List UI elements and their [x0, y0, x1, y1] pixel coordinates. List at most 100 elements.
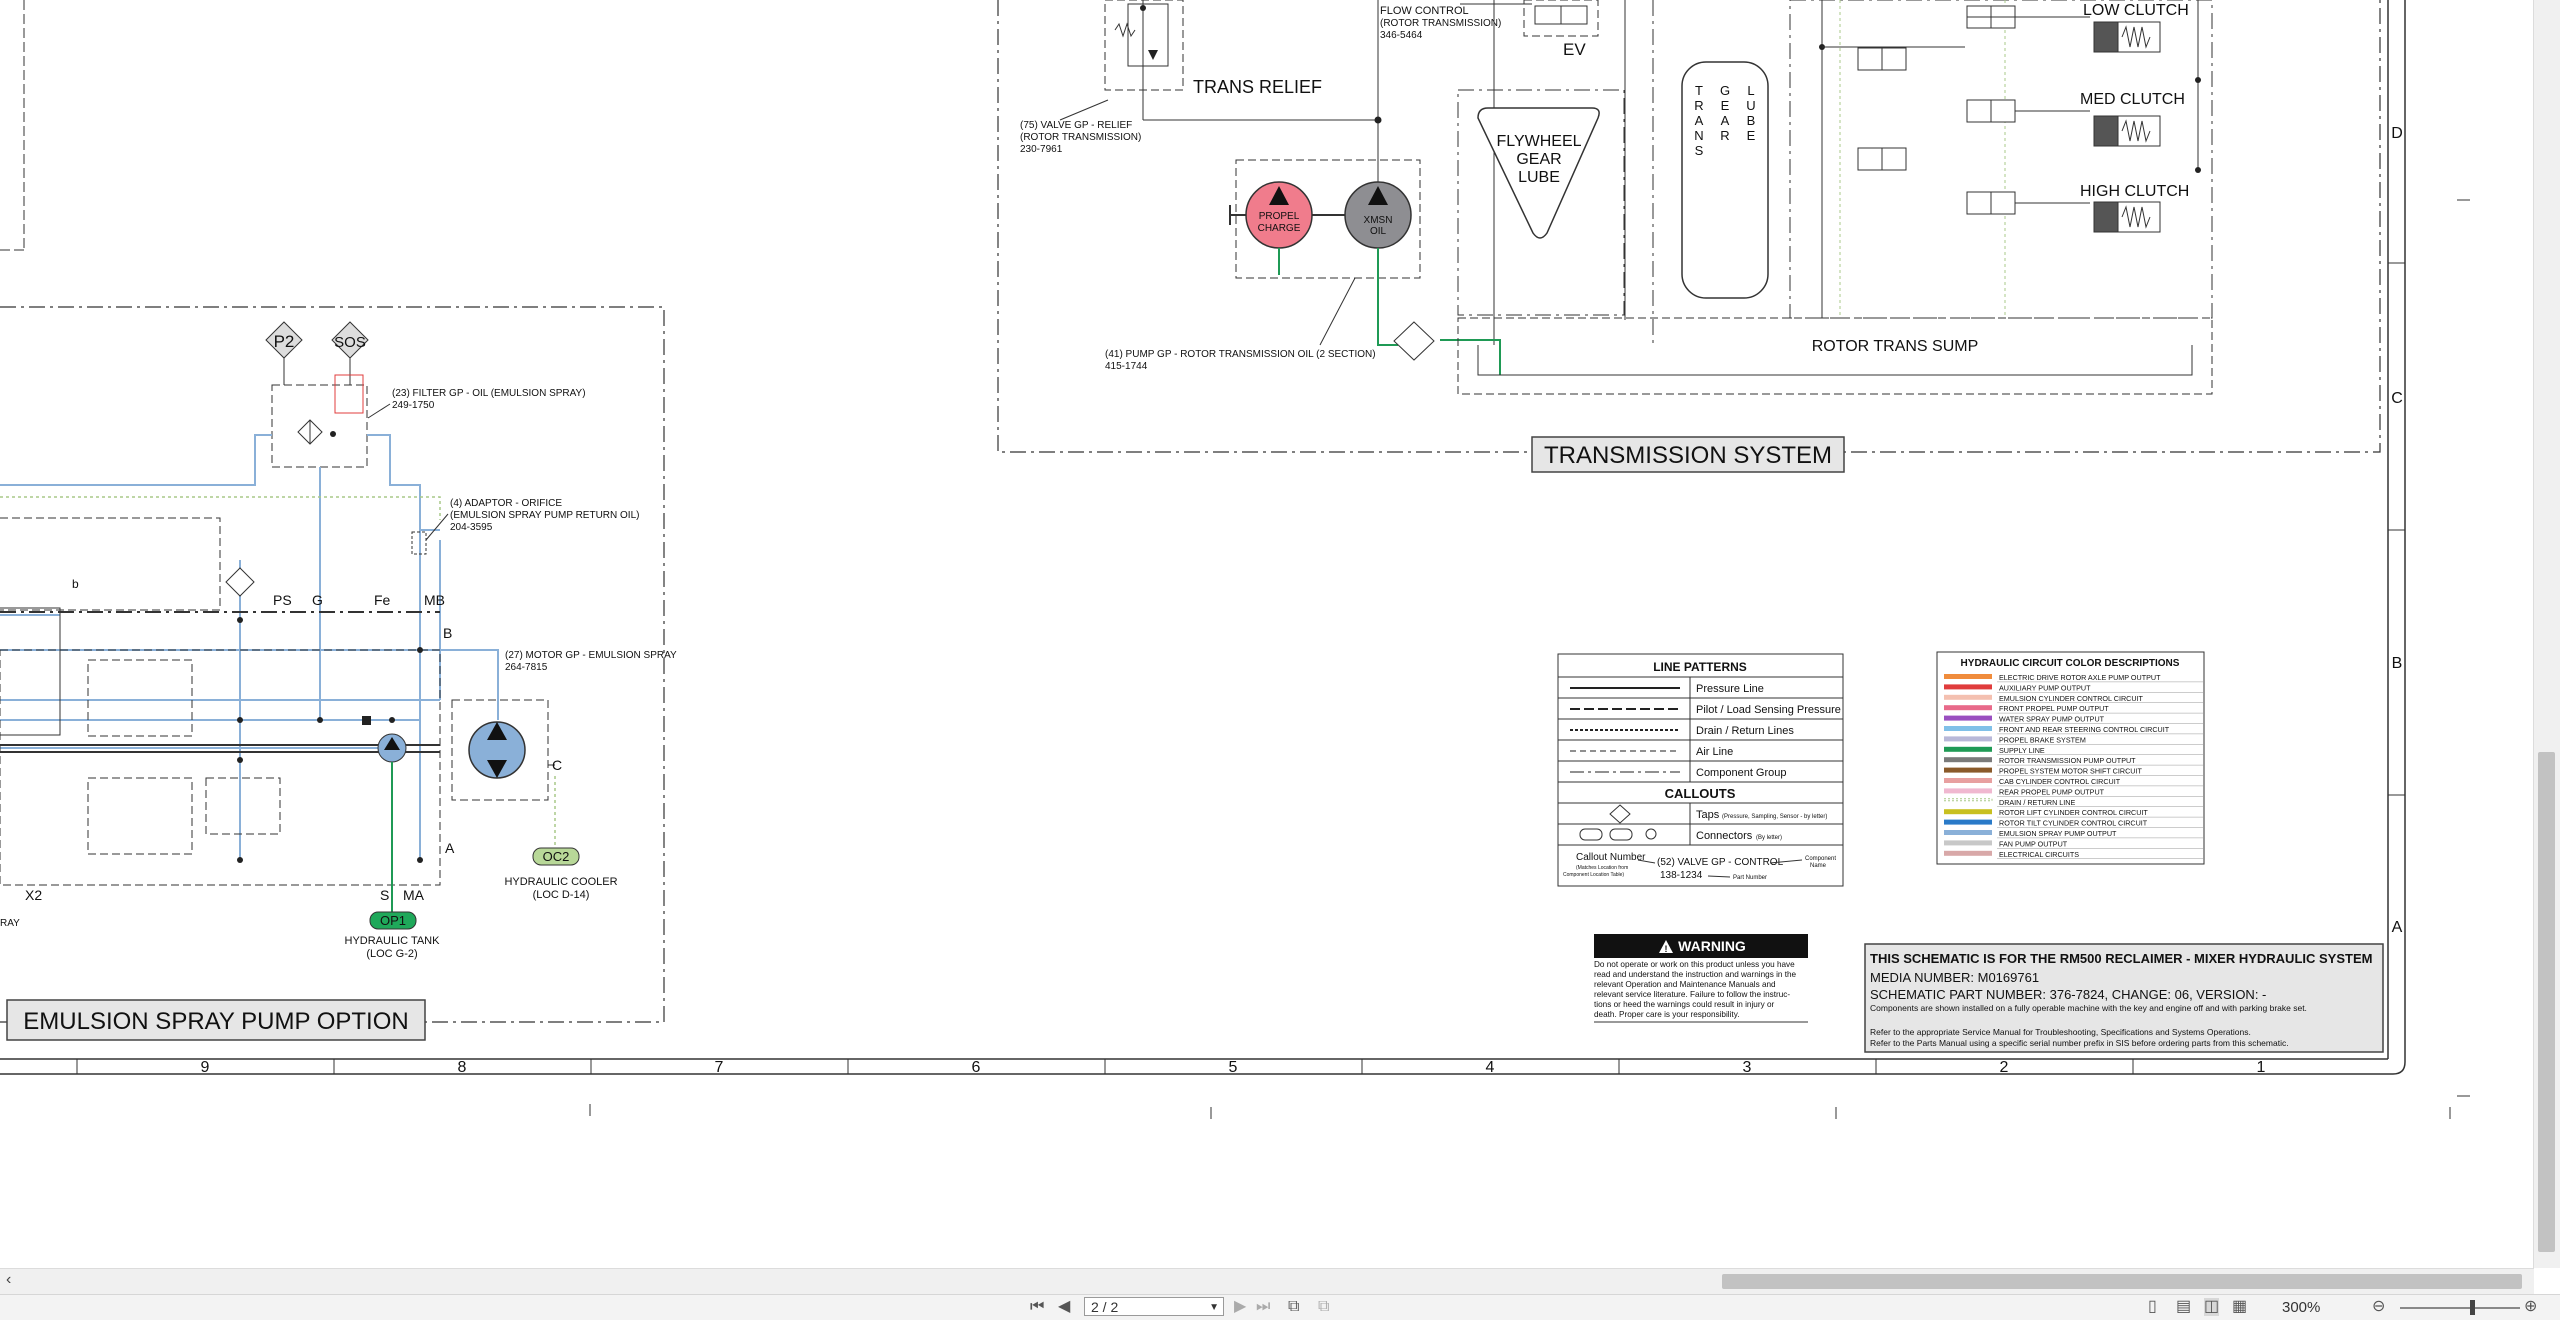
- column-label: 9: [201, 1059, 210, 1076]
- clutch-label-med: MED CLUTCH: [2080, 91, 2185, 108]
- color-swatch: [1944, 788, 1992, 794]
- component-name-2: Name: [1810, 863, 1827, 869]
- emulsion-spray-section: EMULSION SPRAY PUMP OPTION P2 SOS (23) F…: [0, 306, 677, 1041]
- taps-note: (Pressure, Sampling, Sensor - by letter): [1722, 814, 1827, 820]
- vertical-scrollbar[interactable]: [2533, 0, 2560, 1268]
- connectors-label: Connectors: [1696, 830, 1753, 842]
- clutch-valve-med: MED CLUTCH: [1857, 47, 2185, 147]
- color-legend-label: DRAIN / RETURN LINE: [1999, 798, 2075, 807]
- next-view-icon[interactable]: ⧉: [1318, 1298, 1329, 1316]
- line-patterns-legend: LINE PATTERNS Pressure Line Pilot / Load…: [1557, 653, 1844, 887]
- line-pattern-label: Pressure Line: [1696, 683, 1764, 695]
- lube-letter: A: [1695, 113, 1704, 128]
- zoom-slider-handle[interactable]: [2470, 1300, 2475, 1315]
- warning-line: relevant Operation and Maintenance Manua…: [1594, 980, 1776, 989]
- lube-letter: T: [1695, 83, 1703, 98]
- color-swatch: [1944, 767, 1992, 773]
- port-mb: MB: [424, 592, 445, 608]
- zoom-out-icon[interactable]: ⊖: [2372, 1298, 2385, 1316]
- horizontal-scrollbar[interactable]: ‹: [0, 1268, 2534, 1295]
- lube-letter: S: [1695, 143, 1704, 158]
- clutch-valve-low: LOW CLUTCH: [1966, 2, 2189, 53]
- two-page-continuous-icon[interactable]: ▦: [2232, 1298, 2247, 1316]
- line-pattern-label: Pilot / Load Sensing Pressure: [1696, 704, 1841, 716]
- callout-number-label: Callout Number: [1576, 852, 1646, 863]
- color-legend-label: SUPPLY LINE: [1999, 746, 2045, 755]
- document-viewport[interactable]: 9 8 7 6 5 4 3 2 1 D C B A TRANSMISSION S…: [0, 0, 2560, 1268]
- warning-line: read and understand the instruction and …: [1594, 970, 1797, 979]
- lube-letter: E: [1721, 98, 1730, 113]
- adaptor4-line2: (EMULSION SPRAY PUMP RETURN OIL): [450, 510, 639, 521]
- single-page-icon[interactable]: ▯: [2148, 1298, 2157, 1316]
- zoom-slider[interactable]: [2400, 1307, 2520, 1309]
- color-swatch: [1944, 819, 1992, 825]
- color-legend-label: ROTOR LIFT CYLINDER CONTROL CIRCUIT: [1999, 808, 2148, 817]
- lube-letter: U: [1746, 98, 1755, 113]
- column-label: 7: [715, 1059, 724, 1076]
- color-swatch: [1944, 674, 1992, 679]
- color-swatch: [1944, 715, 1992, 721]
- port-x2: X2: [25, 887, 42, 903]
- page-dropdown-icon[interactable]: ▼: [1209, 1298, 1219, 1317]
- column-label: 1: [2257, 1059, 2266, 1076]
- callouts-header: CALLOUTS: [1665, 786, 1736, 801]
- color-swatch: [1944, 736, 1992, 742]
- flywheel-line2: GEAR: [1516, 151, 1561, 168]
- color-swatch: [1944, 830, 1992, 835]
- title-block-media: MEDIA NUMBER: M0169761: [1870, 970, 2039, 985]
- lube-letter: N: [1694, 128, 1703, 143]
- last-page-icon[interactable]: ⏭: [1256, 1298, 1270, 1316]
- port-c: C: [552, 757, 562, 773]
- xmsn-label-2: OIL: [1370, 226, 1387, 237]
- previous-view-icon[interactable]: ⧉: [1288, 1298, 1299, 1316]
- flywheel-line1: FLYWHEEL: [1496, 133, 1581, 150]
- lube-letter: L: [1747, 83, 1754, 98]
- color-swatch: [1944, 809, 1992, 815]
- continuous-page-icon[interactable]: ▤: [2176, 1298, 2191, 1316]
- warning-title: WARNING: [1678, 938, 1746, 954]
- horizontal-scroll-thumb[interactable]: [1722, 1274, 2522, 1289]
- callout-note-1: (Matches Location from: [1576, 865, 1628, 871]
- ray-fragment: RAY: [0, 918, 20, 929]
- next-page-icon[interactable]: ▶: [1234, 1298, 1246, 1316]
- row-label: A: [2392, 919, 2403, 936]
- two-page-icon[interactable]: ◫: [2204, 1298, 2220, 1316]
- callout-example-2: 138-1234: [1660, 870, 1703, 881]
- color-swatch: [1944, 694, 1992, 700]
- svg-text:!: !: [1665, 944, 1668, 954]
- emulsion-title: EMULSION SPRAY PUMP OPTION: [23, 1008, 408, 1035]
- lube-letter: G: [1720, 83, 1730, 98]
- title-block-note2: Refer to the appropriate Service Manual …: [1870, 1027, 2251, 1037]
- lube-letter: A: [1721, 113, 1730, 128]
- op1-label: OP1: [380, 913, 406, 928]
- lube-letter: R: [1694, 98, 1703, 113]
- valve75-line2: (ROTOR TRANSMISSION): [1020, 132, 1141, 143]
- title-block-note3: Refer to the Parts Manual using a specif…: [1870, 1038, 2289, 1048]
- previous-page-icon[interactable]: ◀: [1058, 1298, 1070, 1316]
- color-legend-label: ROTOR TILT CYLINDER CONTROL CIRCUIT: [1999, 819, 2148, 828]
- color-swatch: [1944, 705, 1992, 711]
- port-ps: PS: [273, 592, 292, 608]
- first-page-icon[interactable]: ⏮: [1030, 1298, 1044, 1316]
- tank-line1: HYDRAULIC TANK: [345, 935, 441, 947]
- color-swatch: [1944, 684, 1992, 690]
- color-legend-label: AUXILIARY PUMP OUTPUT: [1999, 683, 2091, 692]
- color-legend: HYDRAULIC CIRCUIT COLOR DESCRIPTIONS ELE…: [1936, 651, 2205, 865]
- warning-line: Do not operate or work on this product u…: [1594, 960, 1795, 969]
- color-swatch: [1944, 778, 1992, 783]
- clutch-valve-high: HIGH CLUTCH: [1857, 147, 2189, 233]
- transmission-title: TRANSMISSION SYSTEM: [1544, 442, 1832, 469]
- vertical-scroll-thumb[interactable]: [2538, 752, 2555, 1252]
- schematic-sheet: 9 8 7 6 5 4 3 2 1 D C B A TRANSMISSION S…: [0, 0, 2470, 1119]
- color-legend-label: ELECTRIC DRIVE ROTOR AXLE PUMP OUTPUT: [1999, 673, 2161, 682]
- pump41-line1: (41) PUMP GP - ROTOR TRANSMISSION OIL (2…: [1105, 349, 1376, 360]
- valve75-line3: 230-7961: [1020, 144, 1063, 155]
- color-legend-label: FRONT AND REAR STEERING CONTROL CIRCUIT: [1999, 725, 2170, 734]
- scroll-left-arrow-icon[interactable]: ‹: [6, 1271, 11, 1289]
- column-label: 8: [458, 1059, 467, 1076]
- xmsn-label-1: XMSN: [1364, 215, 1393, 226]
- zoom-in-icon[interactable]: ⊕: [2524, 1298, 2537, 1316]
- warning-line: relevant service literature. Failure to …: [1594, 990, 1790, 999]
- page-number-input[interactable]: 2 / 2 ▼: [1084, 1297, 1224, 1316]
- color-swatch: [1944, 757, 1992, 763]
